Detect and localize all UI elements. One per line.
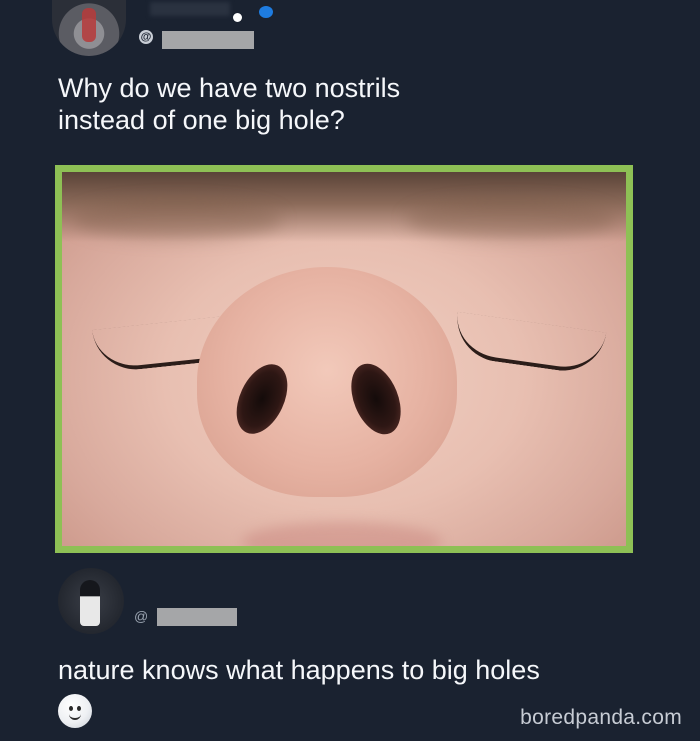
post-image[interactable] (55, 165, 633, 553)
redacted-handle (162, 31, 254, 49)
right-eyelid (451, 311, 607, 377)
avatar-figure (80, 580, 100, 626)
reply-at-sign: @ (134, 608, 149, 624)
screenshot-frame: @ Why do we have two nostrils instead of… (0, 0, 700, 741)
emoji-eye (69, 706, 73, 711)
blurred-username (150, 2, 230, 16)
left-brow (72, 200, 282, 240)
right-brow (406, 200, 616, 240)
redacted-reply-handle (157, 608, 237, 626)
emoji-mouth (69, 712, 81, 720)
post-text: Why do we have two nostrils instead of o… (58, 73, 401, 135)
avatar[interactable] (52, 0, 126, 56)
reply-avatar[interactable] (58, 568, 124, 634)
nose-photo (62, 172, 626, 546)
verified-badge-icon (259, 6, 273, 18)
nose (197, 267, 457, 497)
reply-text: nature knows what happens to big holes (58, 655, 540, 685)
emoji-eye (77, 706, 81, 711)
slightly-smiling-face-icon (58, 694, 92, 728)
dot-icon (233, 13, 242, 22)
at-icon: @ (139, 30, 153, 44)
watermark: boredpanda.com (520, 706, 682, 729)
upper-lip (242, 522, 442, 546)
